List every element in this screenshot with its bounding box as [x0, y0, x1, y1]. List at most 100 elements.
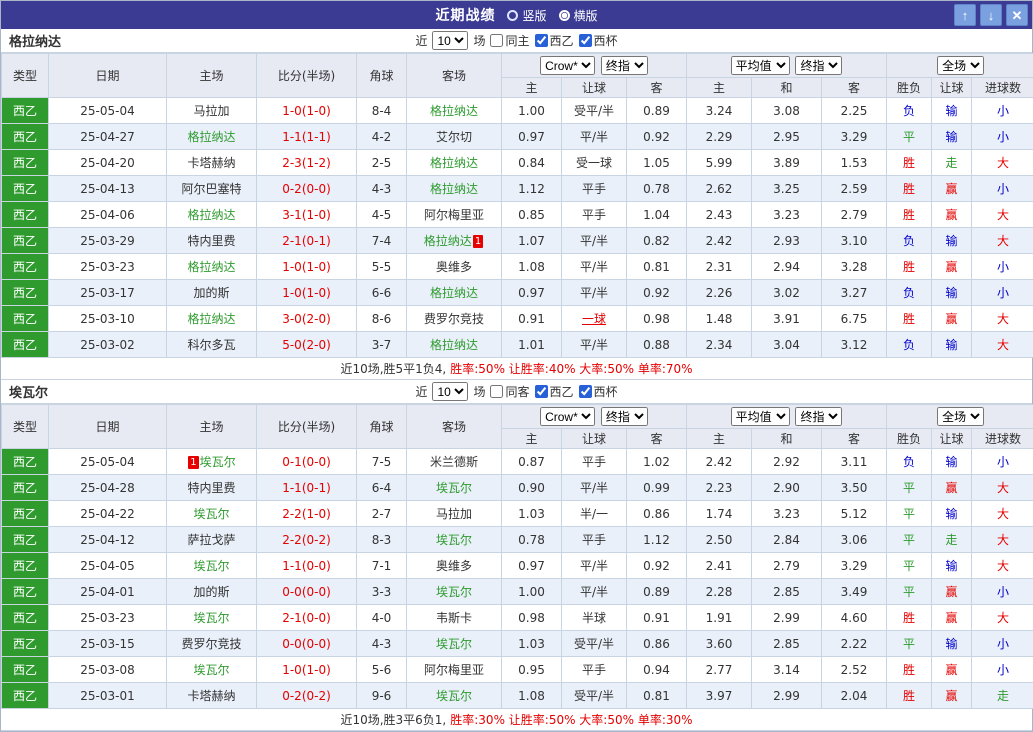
handicap-flag: 赢: [932, 657, 972, 683]
cup-checkbox[interactable]: [579, 385, 592, 398]
score: 0-0(0-0): [257, 579, 357, 605]
league-filter[interactable]: 西乙: [535, 32, 574, 49]
layout-vertical-radio[interactable]: 竖版: [507, 7, 546, 24]
ah-away-odds: 1.12: [627, 527, 687, 553]
team-label: 米兰德斯: [430, 455, 478, 469]
results-table: 类型 日期 主场 比分(半场) 角球 客场 Crow* 终指 平均值 终指: [1, 404, 1033, 709]
league-checkbox[interactable]: [535, 34, 548, 47]
team-label: 特内里费: [187, 234, 235, 248]
move-up-button[interactable]: ↑: [954, 4, 976, 26]
corners: 6-4: [357, 475, 407, 501]
team-label: 阿尔梅里亚: [424, 208, 484, 222]
handicap-flag: 赢: [932, 605, 972, 631]
same-home-filter[interactable]: 同主: [490, 32, 529, 49]
ah-away-odds: 1.02: [627, 449, 687, 475]
ah-company-select[interactable]: Crow*: [540, 407, 595, 426]
ah-time-select[interactable]: 终指: [601, 56, 648, 75]
cup-checkbox[interactable]: [579, 34, 592, 47]
radio-selected-icon: [559, 10, 570, 21]
handicap-flag: 输: [932, 631, 972, 657]
eu-draw-odds: 2.79: [752, 553, 822, 579]
score: 0-2(0-0): [257, 176, 357, 202]
summary-stats: 胜率:30% 让胜率:50% 大率:50% 单率:30%: [450, 711, 692, 728]
result-flag: 胜: [887, 202, 932, 228]
eu-away-odds: 3.06: [822, 527, 887, 553]
away-team: 埃瓦尔: [407, 579, 502, 605]
league-badge: 西乙: [2, 306, 49, 332]
home-team: 阿尔巴塞特: [167, 176, 257, 202]
corners: 7-1: [357, 553, 407, 579]
ah-line: 半/一: [562, 501, 627, 527]
handicap-flag: 输: [932, 501, 972, 527]
close-button[interactable]: ✕: [1006, 4, 1028, 26]
ah-line: 平手: [562, 657, 627, 683]
league-filter[interactable]: 西乙: [535, 383, 574, 400]
ah-away-odds: 0.82: [627, 228, 687, 254]
match-date: 25-03-02: [49, 332, 167, 358]
ah-line: 平手: [562, 527, 627, 553]
ah-away-odds: 0.92: [627, 124, 687, 150]
handicap-flag: 赢: [932, 202, 972, 228]
team-label: 格拉纳达: [187, 208, 235, 222]
score: 1-1(0-1): [257, 475, 357, 501]
away-team: 格拉纳达: [407, 332, 502, 358]
match-date: 25-04-06: [49, 202, 167, 228]
match-row: 西乙 25-03-01 卡塔赫纳 0-2(0-2) 9-6 埃瓦尔 1.08 受…: [2, 683, 1033, 709]
ah-away-odds: 0.92: [627, 553, 687, 579]
games-label: 场: [473, 32, 485, 49]
ah-home-odds: 1.03: [502, 631, 562, 657]
match-row: 西乙 25-04-20 卡塔赫纳 2-3(1-2) 2-5 格拉纳达 0.84 …: [2, 150, 1033, 176]
home-team: 格拉纳达: [167, 306, 257, 332]
recent-results-panel: 近期战绩 竖版 横版 ↑ ↓ ✕ 格拉纳达 近 10 场: [0, 0, 1033, 732]
layout-horizontal-radio[interactable]: 横版: [559, 7, 598, 24]
eu-draw-odds: 2.85: [752, 631, 822, 657]
match-date: 25-04-05: [49, 553, 167, 579]
summary-record: 近10场,胜3平6负1,: [340, 711, 446, 728]
ah-company-select[interactable]: Crow*: [540, 56, 595, 75]
col-score: 比分(半场): [257, 54, 357, 98]
eu-company-select[interactable]: 平均值: [731, 56, 790, 75]
eu-away-odds: 3.11: [822, 449, 887, 475]
away-team: 艾尔切: [407, 124, 502, 150]
handicap-flag: 输: [932, 449, 972, 475]
goals-flag: 小: [972, 579, 1033, 605]
filter-bar: 格拉纳达 近 10 场 同主 西乙 西杯: [1, 29, 1032, 53]
match-date: 25-04-27: [49, 124, 167, 150]
eu-home-odds: 2.42: [687, 228, 752, 254]
match-row: 西乙 25-03-17 加的斯 1-0(1-0) 6-6 格拉纳达 0.97 平…: [2, 280, 1033, 306]
corners: 5-6: [357, 657, 407, 683]
move-down-button[interactable]: ↓: [980, 4, 1002, 26]
match-date: 25-03-15: [49, 631, 167, 657]
col-away: 客场: [407, 54, 502, 98]
team-label: 格拉纳达: [430, 338, 478, 352]
corners: 4-3: [357, 631, 407, 657]
same-home-checkbox[interactable]: [490, 34, 503, 47]
ah-away-odds: 0.94: [627, 657, 687, 683]
eu-time-select[interactable]: 终指: [795, 56, 842, 75]
scope-select[interactable]: 全场: [937, 407, 984, 426]
same-away-filter[interactable]: 同客: [490, 383, 529, 400]
same-away-checkbox[interactable]: [490, 385, 503, 398]
eu-time-select[interactable]: 终指: [795, 407, 842, 426]
league-checkbox[interactable]: [535, 385, 548, 398]
ah-time-select[interactable]: 终指: [601, 407, 648, 426]
match-count-select[interactable]: 10: [432, 31, 468, 50]
league-badge: 西乙: [2, 605, 49, 631]
ah-odds-header: Crow* 终指: [502, 405, 687, 429]
eu-draw-odds: 2.94: [752, 254, 822, 280]
team-label: 埃瓦尔: [436, 585, 472, 599]
cup-filter[interactable]: 西杯: [579, 32, 618, 49]
match-row: 西乙 25-04-13 阿尔巴塞特 0-2(0-0) 4-3 格拉纳达 1.12…: [2, 176, 1033, 202]
ah-home-odds: 0.87: [502, 449, 562, 475]
match-count-select[interactable]: 10: [432, 382, 468, 401]
eu-company-select[interactable]: 平均值: [731, 407, 790, 426]
home-team: 特内里费: [167, 475, 257, 501]
match-date: 25-04-01: [49, 579, 167, 605]
scope-select[interactable]: 全场: [937, 56, 984, 75]
checkbox-label: 西杯: [594, 383, 618, 400]
score: 3-1(1-0): [257, 202, 357, 228]
corners: 7-4: [357, 228, 407, 254]
eu-home-odds: 2.77: [687, 657, 752, 683]
league-badge: 西乙: [2, 98, 49, 124]
cup-filter[interactable]: 西杯: [579, 383, 618, 400]
